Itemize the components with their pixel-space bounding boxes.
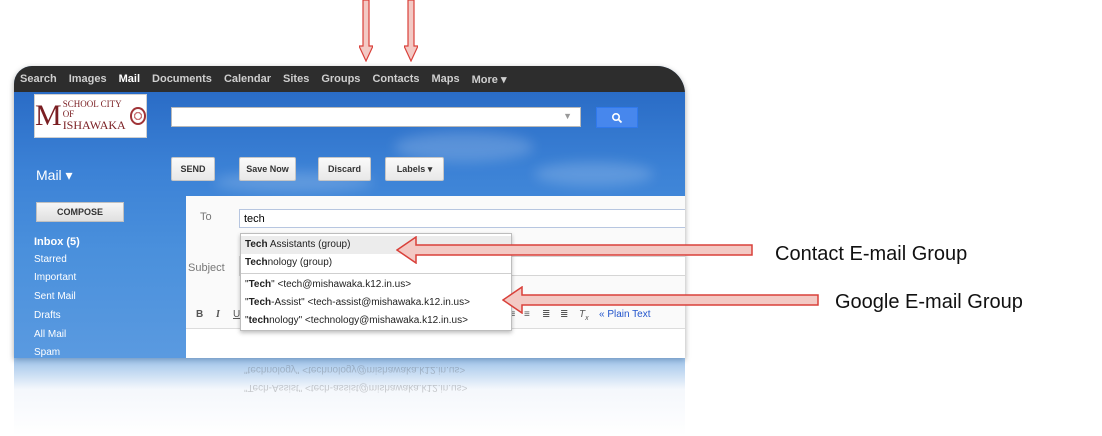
google-email-group-annotation: Google E-mail Group — [835, 291, 1023, 313]
chevron-down-icon[interactable]: ▼ — [563, 111, 572, 121]
bold-icon[interactable]: B — [196, 309, 203, 320]
sidebar-item-important[interactable]: Important — [34, 272, 76, 283]
search-icon — [611, 112, 623, 123]
sidebar-item-drafts[interactable]: Drafts — [34, 310, 61, 321]
autocomplete-item[interactable]: "Tech" <tech@mishawaka.k12.in.us> — [241, 276, 511, 294]
nav-documents[interactable]: Documents — [152, 73, 212, 85]
nav-contacts[interactable]: Contacts — [372, 73, 419, 85]
autocomplete-item[interactable]: "technology" <technology@mishawaka.k12.i… — [241, 312, 511, 330]
send-button[interactable]: SEND — [171, 157, 215, 181]
nav-groups[interactable]: Groups — [321, 73, 360, 85]
nav-calendar[interactable]: Calendar — [224, 73, 271, 85]
gmail-screenshot-frame: Search Images Mail Documents Calendar Si… — [14, 66, 685, 358]
nav-mail[interactable]: Mail — [119, 73, 140, 85]
arrow-google-group-icon — [502, 286, 819, 314]
nav-more[interactable]: More ▾ — [472, 73, 507, 86]
sidebar-item-starred[interactable]: Starred — [34, 254, 67, 265]
message-body[interactable] — [186, 328, 685, 358]
sidebar-item-all-mail[interactable]: All Mail — [34, 329, 66, 340]
divider — [241, 273, 511, 274]
down-arrow-contacts-icon — [404, 0, 418, 62]
subject-label: Subject — [188, 262, 225, 274]
school-logo[interactable]: M SCHOOL CITY OF ISHAWAKA — [34, 94, 147, 138]
google-nav-bar: Search Images Mail Documents Calendar Si… — [14, 66, 685, 92]
sidebar-item-spam[interactable]: Spam — [34, 347, 60, 358]
contact-email-group-annotation: Contact E-mail Group — [775, 243, 968, 265]
nav-maps[interactable]: Maps — [432, 73, 460, 85]
sidebar-item-inbox[interactable]: Inbox (5) — [34, 236, 80, 248]
labels-button[interactable]: Labels ▾ — [385, 157, 444, 181]
screenshot-reflection: "technology" <technology@mishawaka.k12.i… — [14, 358, 685, 436]
to-input[interactable]: tech — [239, 209, 685, 228]
down-arrow-groups-icon — [359, 0, 373, 62]
seal-icon — [129, 107, 146, 125]
nav-images[interactable]: Images — [69, 73, 107, 85]
save-now-button[interactable]: Save Now — [239, 157, 296, 181]
to-label: To — [200, 211, 212, 223]
nav-sites[interactable]: Sites — [283, 73, 309, 85]
search-button[interactable] — [596, 107, 638, 128]
compose-button[interactable]: COMPOSE — [36, 202, 124, 222]
mail-menu[interactable]: Mail ▾ — [36, 167, 73, 184]
search-input[interactable]: ▼ — [171, 107, 581, 127]
italic-icon[interactable]: I — [216, 309, 220, 320]
nav-search[interactable]: Search — [20, 73, 57, 85]
autocomplete-item[interactable]: "Tech-Assist" <tech-assist@mishawaka.k12… — [241, 294, 511, 312]
sidebar-item-sent-mail[interactable]: Sent Mail — [34, 291, 76, 302]
arrow-contact-group-icon — [396, 236, 753, 264]
discard-button[interactable]: Discard — [318, 157, 371, 181]
